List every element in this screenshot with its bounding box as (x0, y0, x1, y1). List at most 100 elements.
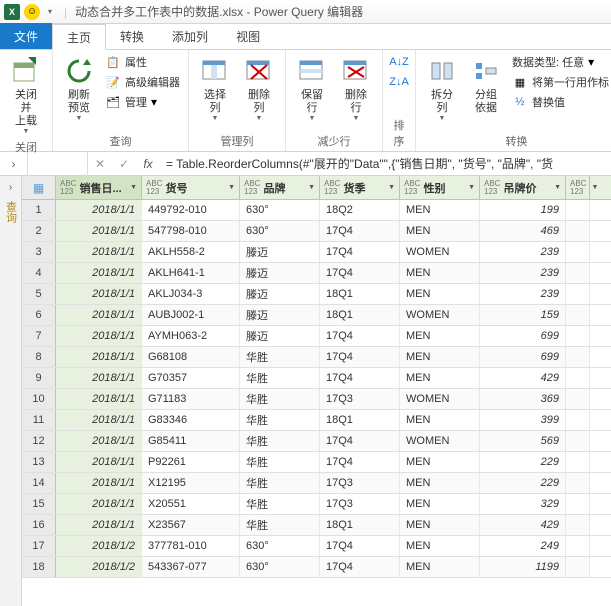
datatype-icon[interactable]: ABC 123 (404, 180, 420, 196)
table-row[interactable]: 102018/1/1G71183华胜17Q3WOMEN369 (22, 389, 611, 410)
cell-brand[interactable]: 630° (240, 536, 320, 556)
cell-price[interactable]: 229 (480, 473, 566, 493)
row-number[interactable]: 3 (22, 242, 56, 262)
cell-code[interactable]: AUBJ002-1 (142, 305, 240, 325)
remove-columns-button[interactable]: 删除 列 ▼ (239, 53, 279, 131)
cell-overflow[interactable] (566, 263, 590, 283)
cell-date[interactable]: 2018/1/1 (56, 347, 142, 367)
cell-overflow[interactable] (566, 200, 590, 220)
cell-date[interactable]: 2018/1/1 (56, 326, 142, 346)
column-header[interactable]: ABC 123销售日...▼ (56, 176, 142, 199)
cell-date[interactable]: 2018/1/1 (56, 515, 142, 535)
row-number[interactable]: 7 (22, 326, 56, 346)
row-number[interactable]: 13 (22, 452, 56, 472)
cell-date[interactable]: 2018/1/2 (56, 536, 142, 556)
cell-gender[interactable]: WOMEN (400, 389, 480, 409)
cell-price[interactable]: 229 (480, 452, 566, 472)
cell-date[interactable]: 2018/1/1 (56, 305, 142, 325)
cell-code[interactable]: 449792-010 (142, 200, 240, 220)
cell-overflow[interactable] (566, 557, 590, 577)
cell-season[interactable]: 17Q4 (320, 263, 400, 283)
advanced-editor-button[interactable]: 📝 高级编辑器 (103, 73, 182, 91)
cell-date[interactable]: 2018/1/1 (56, 368, 142, 388)
cell-price[interactable]: 239 (480, 263, 566, 283)
cell-brand[interactable]: 滕迈 (240, 305, 320, 325)
table-row[interactable]: 62018/1/1AUBJ002-1滕迈18Q1WOMEN159 (22, 305, 611, 326)
cell-overflow[interactable] (566, 326, 590, 346)
cell-season[interactable]: 17Q4 (320, 326, 400, 346)
cell-code[interactable]: AKLJ034-3 (142, 284, 240, 304)
table-row[interactable]: 172018/1/2377781-010630°17Q4MEN249 (22, 536, 611, 557)
cell-price[interactable]: 429 (480, 368, 566, 388)
cell-brand[interactable]: 华胜 (240, 431, 320, 451)
row-number[interactable]: 5 (22, 284, 56, 304)
cell-brand[interactable]: 滕迈 (240, 326, 320, 346)
cell-price[interactable]: 329 (480, 494, 566, 514)
cell-brand[interactable]: 滕迈 (240, 263, 320, 283)
cell-brand[interactable]: 630° (240, 557, 320, 577)
cell-gender[interactable]: MEN (400, 284, 480, 304)
cell-price[interactable]: 569 (480, 431, 566, 451)
manage-button[interactable]: 🗂 管理 ▾ (103, 93, 182, 111)
cell-overflow[interactable] (566, 389, 590, 409)
datatype-button[interactable]: 数据类型: 任意 ▾ (510, 53, 611, 71)
datatype-icon[interactable]: ABC 123 (60, 180, 76, 196)
cell-overflow[interactable] (566, 452, 590, 472)
cell-overflow[interactable] (566, 473, 590, 493)
fx-icon[interactable]: fx (136, 157, 160, 171)
cell-season[interactable]: 18Q1 (320, 515, 400, 535)
formula-accept-icon[interactable]: ✓ (112, 157, 136, 171)
cell-gender[interactable]: MEN (400, 347, 480, 367)
cell-season[interactable]: 17Q3 (320, 473, 400, 493)
table-row[interactable]: 112018/1/1G83346华胜18Q1MEN399 (22, 410, 611, 431)
cell-brand[interactable]: 华胜 (240, 452, 320, 472)
cell-price[interactable]: 369 (480, 389, 566, 409)
filter-dropdown-icon[interactable]: ▼ (308, 184, 315, 191)
table-row[interactable]: 22018/1/1547798-010630°17Q4MEN469 (22, 221, 611, 242)
row-number[interactable]: 4 (22, 263, 56, 283)
table-row[interactable]: 162018/1/1X23567华胜18Q1MEN429 (22, 515, 611, 536)
close-apply-button[interactable]: 关闭并 上载 ▼ (6, 53, 46, 137)
cell-brand[interactable]: 华胜 (240, 347, 320, 367)
cell-gender[interactable]: MEN (400, 494, 480, 514)
cell-brand[interactable]: 滕迈 (240, 242, 320, 262)
queries-panel-label[interactable]: 查询 (3, 201, 19, 223)
row-number[interactable]: 12 (22, 431, 56, 451)
datatype-icon[interactable]: ABC 123 (244, 180, 260, 196)
row-number[interactable]: 15 (22, 494, 56, 514)
cell-overflow[interactable] (566, 368, 590, 388)
formula-text[interactable]: = Table.ReorderColumns(#"展开的"Data"",{"销售… (160, 155, 611, 172)
cell-season[interactable]: 17Q4 (320, 347, 400, 367)
row-number[interactable]: 14 (22, 473, 56, 493)
column-header[interactable]: ABC 123▼ (566, 176, 590, 199)
cell-overflow[interactable] (566, 305, 590, 325)
row-number[interactable]: 6 (22, 305, 56, 325)
row-number[interactable]: 11 (22, 410, 56, 430)
cell-price[interactable]: 429 (480, 515, 566, 535)
row-number[interactable]: 9 (22, 368, 56, 388)
cell-price[interactable]: 1199 (480, 557, 566, 577)
cell-code[interactable]: AKLH558-2 (142, 242, 240, 262)
sort-desc-button[interactable]: Z↓A (389, 73, 409, 91)
filter-dropdown-icon[interactable]: ▼ (130, 184, 137, 191)
cell-gender[interactable]: MEN (400, 221, 480, 241)
row-number[interactable]: 2 (22, 221, 56, 241)
row-number[interactable]: 16 (22, 515, 56, 535)
cell-date[interactable]: 2018/1/2 (56, 557, 142, 577)
table-row[interactable]: 42018/1/1AKLH641-1滕迈17Q4MEN239 (22, 263, 611, 284)
tab-transform[interactable]: 转换 (106, 23, 158, 49)
cell-gender[interactable]: MEN (400, 536, 480, 556)
cell-code[interactable]: 543367-077 (142, 557, 240, 577)
formula-cancel-icon[interactable]: ✕ (88, 157, 112, 171)
cell-date[interactable]: 2018/1/1 (56, 284, 142, 304)
table-row[interactable]: 142018/1/1X12195华胜17Q3MEN229 (22, 473, 611, 494)
cell-date[interactable]: 2018/1/1 (56, 389, 142, 409)
sort-asc-button[interactable]: A↓Z (389, 53, 409, 71)
split-column-button[interactable]: 拆分 列 ▼ (422, 53, 462, 131)
cell-brand[interactable]: 华胜 (240, 473, 320, 493)
cell-brand[interactable]: 滕迈 (240, 284, 320, 304)
cell-season[interactable]: 18Q2 (320, 200, 400, 220)
tab-addcolumn[interactable]: 添加列 (158, 23, 222, 49)
cell-date[interactable]: 2018/1/1 (56, 221, 142, 241)
cell-price[interactable]: 399 (480, 410, 566, 430)
